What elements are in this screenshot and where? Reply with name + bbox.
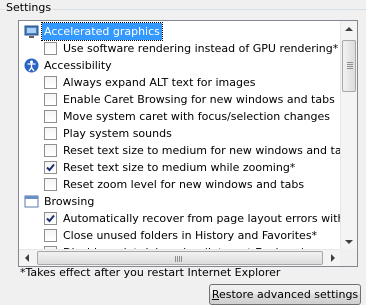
option-label: Enable Caret Browsing for new windows an… [63,93,335,106]
option-label: Play system sounds [63,127,172,140]
browsing-window-icon [24,194,39,209]
scroll-right-button[interactable] [324,250,341,266]
option-checkbox[interactable] [44,161,57,174]
scroll-down-button[interactable] [341,233,357,250]
restore-button-accel: R [211,288,219,301]
option-checkbox[interactable] [44,212,57,225]
option-checkbox[interactable] [44,144,57,157]
chevron-down-icon [345,240,353,244]
option-label: Move system caret with focus/selection c… [63,110,330,123]
option-checkbox[interactable] [44,93,57,106]
chevron-up-icon [345,27,353,31]
scrollbar-corner [340,249,357,266]
restore-button-label: estore advanced settings [218,288,359,301]
settings-category-label: Browsing [44,195,95,208]
chevron-left-icon [25,254,29,262]
option-checkbox[interactable] [44,42,57,55]
settings-category-label: Accelerated graphics [41,22,163,41]
accessibility-icon [24,58,39,73]
settings-category-label: Accessibility [44,59,112,72]
monitor-icon [24,24,39,39]
option-label: Always expand ALT text for images [63,76,256,89]
vertical-scrollbar[interactable] [340,21,357,250]
vertical-scroll-thumb[interactable] [342,40,356,92]
settings-tree-list[interactable]: Accelerated graphics Use software renderi… [18,20,358,267]
horizontal-scroll-thumb[interactable] [37,251,323,265]
option-label: Close unused folders in History and Favo… [63,229,318,242]
option-label: Automatically recover from page layout e… [63,212,341,225]
option-label: Use software rendering instead of GPU re… [63,42,339,55]
settings-group-title: Settings [4,1,54,15]
chevron-right-icon [331,254,335,262]
advanced-settings-panel: Settings Accelerated graphics Use softwar… [0,0,366,305]
option-checkbox[interactable] [44,76,57,89]
option-checkbox[interactable] [44,110,57,123]
option-label: Reset text size to medium while zooming* [63,161,296,174]
option-checkbox[interactable] [44,229,57,242]
option-label: Reset text size to medium for new window… [63,144,341,157]
restart-footnote: *Takes effect after you restart Internet… [20,266,281,279]
horizontal-scrollbar[interactable] [19,249,341,266]
settings-group-border [0,9,366,10]
option-checkbox[interactable] [44,127,57,140]
restore-advanced-settings-button[interactable]: Restore advanced settings [209,284,361,305]
option-label: Reset zoom level for new windows and tab… [63,178,305,191]
scroll-up-button[interactable] [341,21,357,38]
option-checkbox[interactable] [44,178,57,191]
settings-tree-viewport: Accelerated graphics Use software renderi… [19,21,341,250]
scroll-left-button[interactable] [19,250,36,266]
